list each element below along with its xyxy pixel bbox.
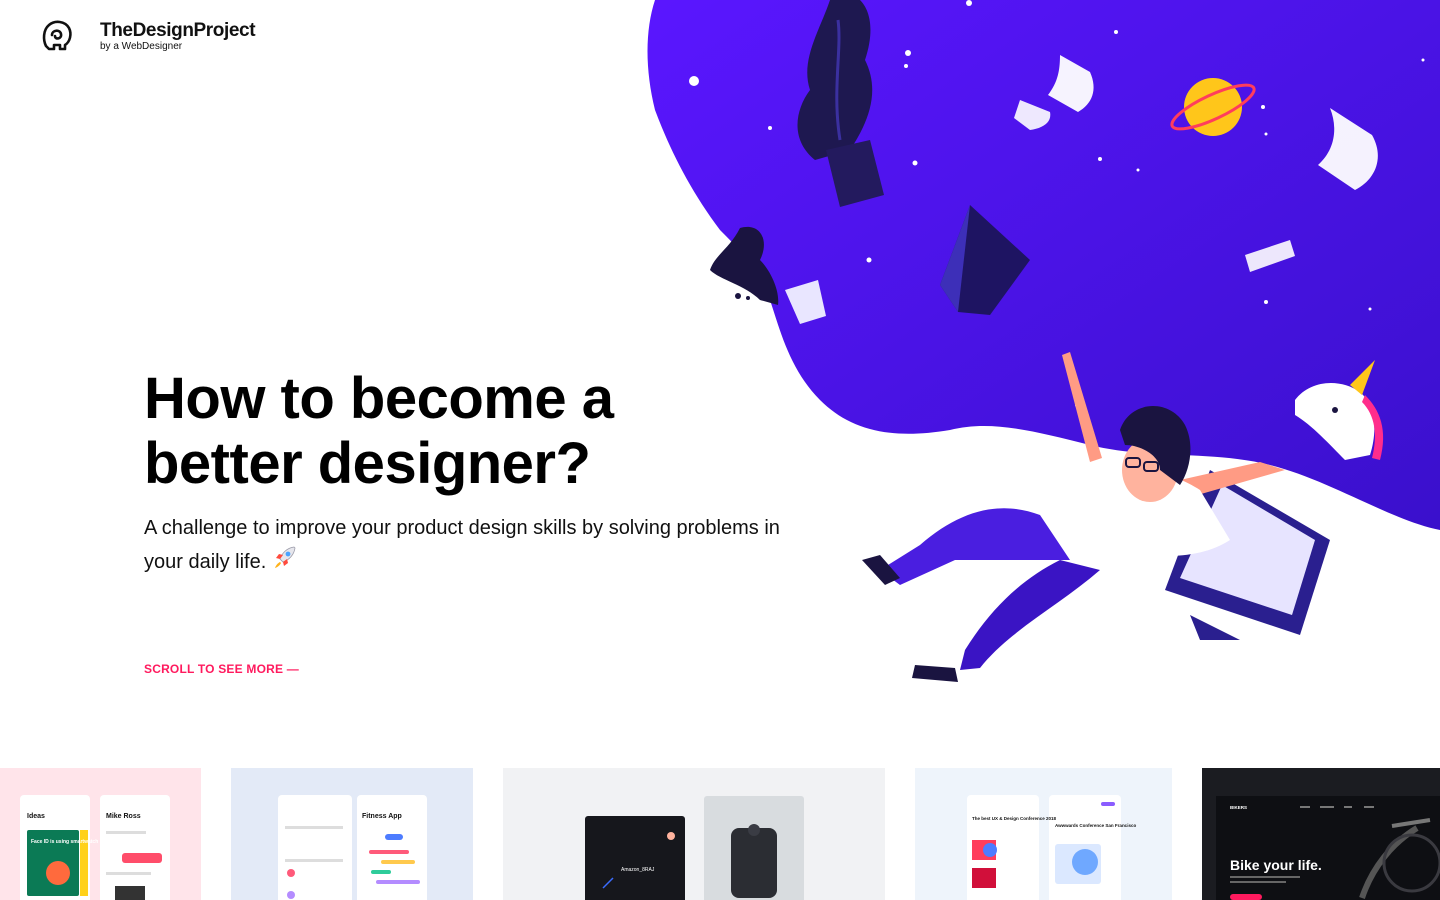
floating-book [940, 205, 1030, 315]
project-thumbnail-ideas-app[interactable]: Ideas Mike Ross Face ID is using smartwa… [0, 768, 201, 900]
scroll-to-see-more-link[interactable]: SCROLL TO SEE MORE — [144, 662, 299, 676]
space-background [647, 0, 1440, 530]
conference-app-preview: The best UX & Design Conference 2018 Aww… [967, 795, 1136, 900]
fitness-app-preview: Fitness App [278, 795, 427, 900]
ideas-screen-title: Ideas [27, 813, 45, 820]
conference-screen-title-2: Awwwards Conference San Francisco [1055, 823, 1136, 828]
brand: TheDesignProject by a WebDesigner [100, 18, 256, 53]
bikes-site-preview: BIKERS Bike your life. [1216, 796, 1440, 900]
brand-tagline: by a WebDesigner [100, 41, 183, 52]
stars [689, 0, 1425, 408]
profile-screen-title: Mike Ross [106, 813, 141, 820]
brand-name: TheDesignProject [100, 20, 256, 41]
hero-subtitle: A challenge to improve your product desi… [144, 512, 784, 578]
conference-screen-title-1: The best UX & Design Conference 2018 [972, 816, 1057, 821]
fitness-screen-title: Fitness App [362, 813, 402, 820]
speaker-name: Amazon_8RAJ [621, 867, 655, 873]
hero-subtitle-text: A challenge to improve your product desi… [144, 517, 780, 573]
floating-papers [1014, 55, 1378, 272]
bikes-headline: Bike your life. [1230, 857, 1322, 873]
unicorn-head [1295, 360, 1384, 460]
project-thumbnail-fitness-app[interactable]: Fitness App [231, 768, 473, 900]
project-thumbnail-bikes-site[interactable]: BIKERS Bike your life. [1202, 768, 1440, 900]
falling-designer [862, 352, 1285, 682]
ideas-card-text: Face ID is using smartwatch [31, 839, 98, 845]
rocket-icon [275, 546, 296, 568]
floating-plant [797, 0, 884, 207]
ideas-app-preview: Ideas Mike Ross Face ID is using smartwa… [20, 795, 170, 900]
bikes-site-logo: BIKERS [1230, 805, 1247, 810]
monitor [1165, 470, 1330, 640]
planet [1170, 78, 1256, 136]
logo-mark-icon [42, 20, 72, 51]
project-thumbnail-smart-speaker-app[interactable]: Amazon_8RAJ [503, 768, 885, 900]
coffee-mug [710, 226, 826, 324]
hero-title: How to become a better designer? [144, 366, 614, 496]
project-thumbnail-conference-app[interactable]: The best UX & Design Conference 2018 Aww… [915, 768, 1172, 900]
site-logo[interactable]: TheDesignProject by a WebDesigner [40, 18, 256, 53]
smart-speaker-app-preview: Amazon_8RAJ [585, 796, 804, 900]
